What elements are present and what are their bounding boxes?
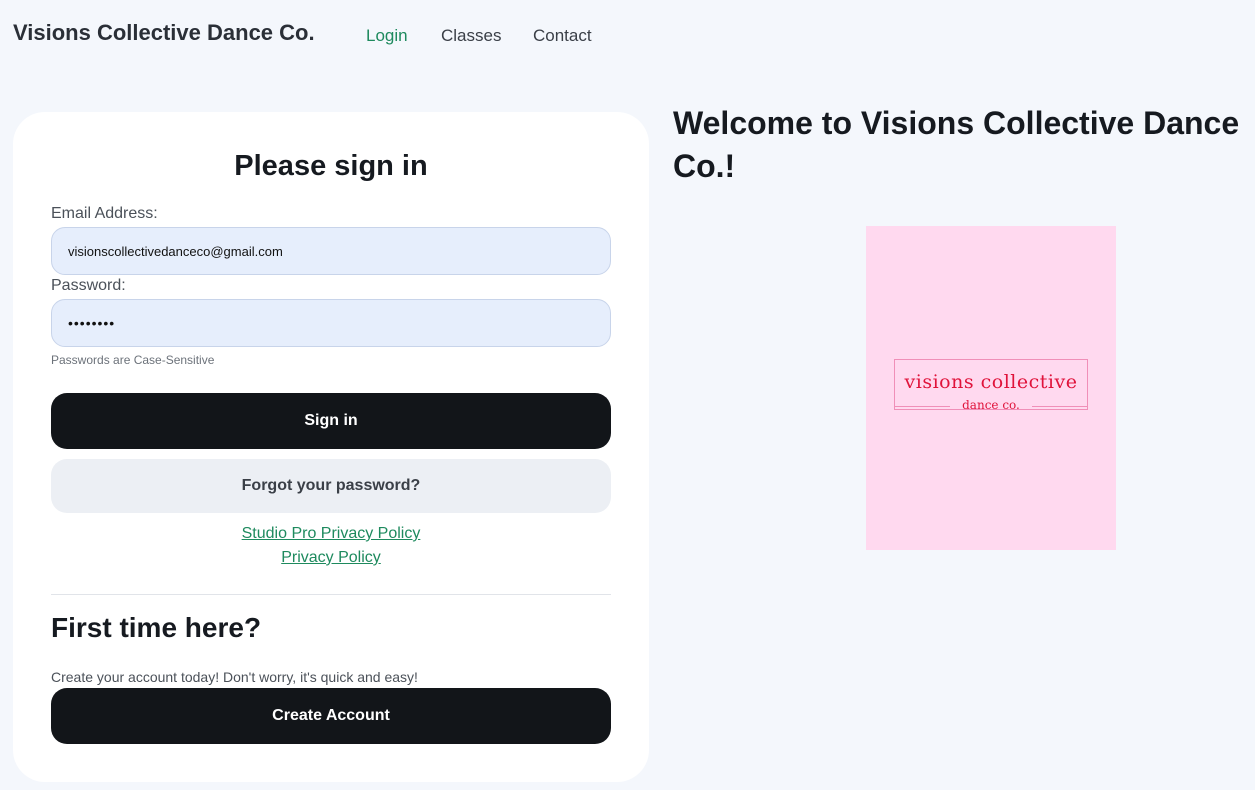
signin-title: Please sign in [234, 150, 428, 182]
welcome-heading: Welcome to Visions Collective Dance Co.! [673, 105, 1240, 184]
logo-text-main: visions collective [904, 371, 1078, 393]
privacy-policy-link[interactable]: Privacy Policy [13, 549, 649, 567]
email-label: Email Address: [51, 205, 158, 222]
password-field[interactable] [51, 299, 611, 347]
top-navigation: Visions Collective Dance Co. Login Class… [0, 0, 1255, 72]
signup-title: First time here? [51, 612, 262, 643]
nav-link-classes[interactable]: Classes [441, 26, 501, 46]
signup-text: Create your account today! Don't worry, … [51, 669, 418, 685]
logo-frame: visions collective dance co. [894, 359, 1088, 412]
studio-pro-privacy-policy-link[interactable]: Studio Pro Privacy Policy [13, 525, 649, 543]
password-hint: Passwords are Case-Sensitive [51, 353, 215, 367]
signin-card: Please sign in Email Address: Password: … [13, 112, 649, 782]
create-account-button[interactable]: Create Account [51, 688, 611, 744]
password-label: Password: [51, 277, 126, 294]
studio-logo: visions collective dance co. [866, 226, 1116, 550]
nav-link-login[interactable]: Login [366, 26, 408, 46]
email-field[interactable] [51, 227, 611, 275]
logo-rule-right [1032, 406, 1087, 407]
sign-in-button[interactable]: Sign in [51, 393, 611, 449]
logo-text-sub: dance co. [962, 398, 1020, 412]
brand-title: Visions Collective Dance Co. [13, 20, 315, 45]
nav-link-contact[interactable]: Contact [533, 26, 592, 46]
forgot-password-button[interactable]: Forgot your password? [51, 459, 611, 513]
section-divider [51, 594, 611, 595]
